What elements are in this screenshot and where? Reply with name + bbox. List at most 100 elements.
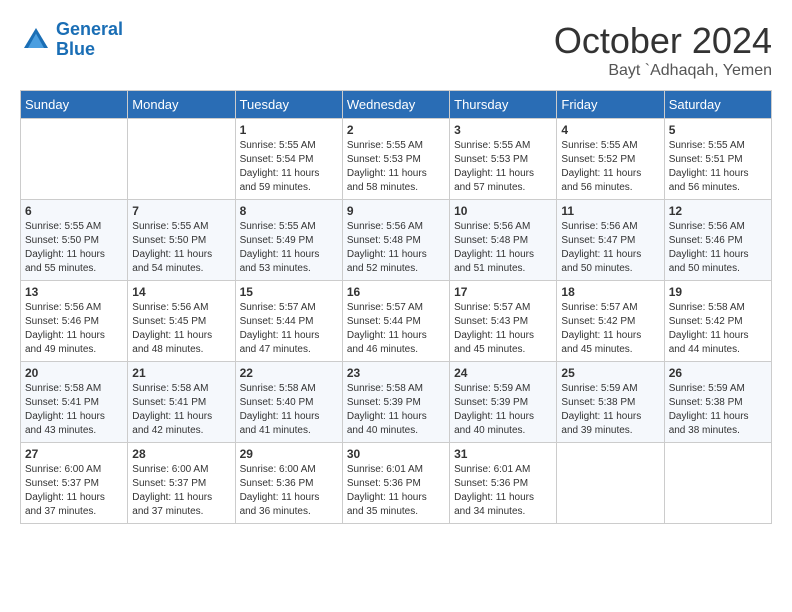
day-cell: 6 Sunrise: 5:55 AM Sunset: 5:50 PM Daylig…	[21, 200, 128, 281]
day-cell	[557, 443, 664, 524]
day-cell: 5Sunrise: 5:55 AM Sunset: 5:51 PM Daylig…	[664, 119, 771, 200]
week-row-4: 20 Sunrise: 5:58 AM Sunset: 5:41 PM Dayli…	[21, 362, 772, 443]
day-cell: 21 Sunrise: 5:58 AM Sunset: 5:41 PM Dayli…	[128, 362, 235, 443]
day-number: 28	[132, 447, 230, 461]
day-cell: 2Sunrise: 5:55 AM Sunset: 5:53 PM Daylig…	[342, 119, 449, 200]
day-number: 7	[132, 204, 230, 218]
day-number: 1	[240, 123, 338, 137]
day-info: Sunrise: 5:59 AM Sunset: 5:38 PM Dayligh…	[669, 382, 767, 438]
day-number: 10	[454, 204, 552, 218]
day-number: 29	[240, 447, 338, 461]
day-cell: 12Sunrise: 5:56 AM Sunset: 5:46 PM Dayli…	[664, 200, 771, 281]
day-cell: 17 Sunrise: 5:57 AM Sunset: 5:43 PM Dayli…	[450, 281, 557, 362]
day-cell: 28 Sunrise: 6:00 AM Sunset: 5:37 PM Dayli…	[128, 443, 235, 524]
day-cell: 31 Sunrise: 6:01 AM Sunset: 5:36 PM Dayli…	[450, 443, 557, 524]
day-number: 18	[561, 285, 659, 299]
day-cell	[128, 119, 235, 200]
day-number: 25	[561, 366, 659, 380]
day-cell: 22 Sunrise: 5:58 AM Sunset: 5:40 PM Dayli…	[235, 362, 342, 443]
month-title: October 2024	[554, 20, 772, 62]
location-subtitle: Bayt `Adhaqah, Yemen	[554, 62, 772, 80]
day-info: Sunrise: 5:58 AM Sunset: 5:41 PM Dayligh…	[132, 382, 230, 438]
day-number: 5	[669, 123, 767, 137]
week-row-2: 6 Sunrise: 5:55 AM Sunset: 5:50 PM Daylig…	[21, 200, 772, 281]
day-info: Sunrise: 5:57 AM Sunset: 5:44 PM Dayligh…	[347, 301, 445, 357]
day-number: 31	[454, 447, 552, 461]
day-number: 17	[454, 285, 552, 299]
day-cell: 20Sunrise: 5:58 AM Sunset: 5:41 PM Dayli…	[21, 362, 128, 443]
day-cell	[664, 443, 771, 524]
day-info: Sunrise: 5:56 AM Sunset: 5:47 PM Dayligh…	[561, 220, 659, 276]
day-cell: 9 Sunrise: 5:56 AM Sunset: 5:48 PM Daylig…	[342, 200, 449, 281]
day-cell	[21, 119, 128, 200]
day-info: Sunrise: 5:58 AM Sunset: 5:40 PM Dayligh…	[240, 382, 338, 438]
day-info: Sunrise: 5:57 AM Sunset: 5:42 PM Dayligh…	[561, 301, 659, 357]
day-cell: 18 Sunrise: 5:57 AM Sunset: 5:42 PM Dayli…	[557, 281, 664, 362]
day-number: 26	[669, 366, 767, 380]
day-cell: 27Sunrise: 6:00 AM Sunset: 5:37 PM Dayli…	[21, 443, 128, 524]
week-row-5: 27Sunrise: 6:00 AM Sunset: 5:37 PM Dayli…	[21, 443, 772, 524]
day-cell: 24 Sunrise: 5:59 AM Sunset: 5:39 PM Dayli…	[450, 362, 557, 443]
day-header-sunday: Sunday	[21, 91, 128, 119]
logo-icon	[20, 24, 52, 56]
day-cell: 1Sunrise: 5:55 AM Sunset: 5:54 PM Daylig…	[235, 119, 342, 200]
day-number: 20	[25, 366, 123, 380]
day-cell: 11 Sunrise: 5:56 AM Sunset: 5:47 PM Dayli…	[557, 200, 664, 281]
day-info: Sunrise: 5:57 AM Sunset: 5:43 PM Dayligh…	[454, 301, 552, 357]
calendar-table: SundayMondayTuesdayWednesdayThursdayFrid…	[20, 90, 772, 524]
day-info: Sunrise: 5:55 AM Sunset: 5:50 PM Dayligh…	[25, 220, 123, 276]
day-info: Sunrise: 5:56 AM Sunset: 5:48 PM Dayligh…	[454, 220, 552, 276]
day-number: 16	[347, 285, 445, 299]
day-number: 23	[347, 366, 445, 380]
day-number: 6	[25, 204, 123, 218]
day-info: Sunrise: 6:01 AM Sunset: 5:36 PM Dayligh…	[454, 463, 552, 519]
week-row-1: 1Sunrise: 5:55 AM Sunset: 5:54 PM Daylig…	[21, 119, 772, 200]
day-header-saturday: Saturday	[664, 91, 771, 119]
day-number: 12	[669, 204, 767, 218]
day-cell: 26 Sunrise: 5:59 AM Sunset: 5:38 PM Dayli…	[664, 362, 771, 443]
day-number: 13	[25, 285, 123, 299]
day-number: 3	[454, 123, 552, 137]
logo-line1: General	[56, 19, 123, 39]
day-number: 22	[240, 366, 338, 380]
day-info: Sunrise: 5:59 AM Sunset: 5:39 PM Dayligh…	[454, 382, 552, 438]
day-cell: 7 Sunrise: 5:55 AM Sunset: 5:50 PM Daylig…	[128, 200, 235, 281]
day-cell: 3 Sunrise: 5:55 AM Sunset: 5:53 PM Daylig…	[450, 119, 557, 200]
logo-line2: Blue	[56, 40, 123, 60]
day-info: Sunrise: 5:58 AM Sunset: 5:42 PM Dayligh…	[669, 301, 767, 357]
day-info: Sunrise: 5:59 AM Sunset: 5:38 PM Dayligh…	[561, 382, 659, 438]
day-cell: 8 Sunrise: 5:55 AM Sunset: 5:49 PM Daylig…	[235, 200, 342, 281]
day-header-monday: Monday	[128, 91, 235, 119]
day-info: Sunrise: 5:57 AM Sunset: 5:44 PM Dayligh…	[240, 301, 338, 357]
logo: General Blue	[20, 20, 123, 60]
day-cell: 19 Sunrise: 5:58 AM Sunset: 5:42 PM Dayli…	[664, 281, 771, 362]
day-number: 11	[561, 204, 659, 218]
day-cell: 16 Sunrise: 5:57 AM Sunset: 5:44 PM Dayli…	[342, 281, 449, 362]
day-info: Sunrise: 5:55 AM Sunset: 5:50 PM Dayligh…	[132, 220, 230, 276]
day-cell: 14Sunrise: 5:56 AM Sunset: 5:45 PM Dayli…	[128, 281, 235, 362]
day-info: Sunrise: 5:55 AM Sunset: 5:49 PM Dayligh…	[240, 220, 338, 276]
header-row: SundayMondayTuesdayWednesdayThursdayFrid…	[21, 91, 772, 119]
day-cell: 10 Sunrise: 5:56 AM Sunset: 5:48 PM Dayli…	[450, 200, 557, 281]
day-info: Sunrise: 5:55 AM Sunset: 5:53 PM Dayligh…	[454, 139, 552, 195]
day-number: 15	[240, 285, 338, 299]
day-info: Sunrise: 5:56 AM Sunset: 5:48 PM Dayligh…	[347, 220, 445, 276]
day-cell: 25 Sunrise: 5:59 AM Sunset: 5:38 PM Dayli…	[557, 362, 664, 443]
week-row-3: 13Sunrise: 5:56 AM Sunset: 5:46 PM Dayli…	[21, 281, 772, 362]
day-number: 14	[132, 285, 230, 299]
day-info: Sunrise: 6:00 AM Sunset: 5:37 PM Dayligh…	[132, 463, 230, 519]
day-cell: 30 Sunrise: 6:01 AM Sunset: 5:36 PM Dayli…	[342, 443, 449, 524]
day-number: 8	[240, 204, 338, 218]
logo-text: General Blue	[56, 20, 123, 60]
day-info: Sunrise: 6:01 AM Sunset: 5:36 PM Dayligh…	[347, 463, 445, 519]
day-number: 9	[347, 204, 445, 218]
day-cell: 23Sunrise: 5:58 AM Sunset: 5:39 PM Dayli…	[342, 362, 449, 443]
day-number: 19	[669, 285, 767, 299]
day-header-thursday: Thursday	[450, 91, 557, 119]
day-number: 24	[454, 366, 552, 380]
day-number: 21	[132, 366, 230, 380]
day-number: 4	[561, 123, 659, 137]
day-number: 30	[347, 447, 445, 461]
day-cell: 29Sunrise: 6:00 AM Sunset: 5:36 PM Dayli…	[235, 443, 342, 524]
day-header-friday: Friday	[557, 91, 664, 119]
